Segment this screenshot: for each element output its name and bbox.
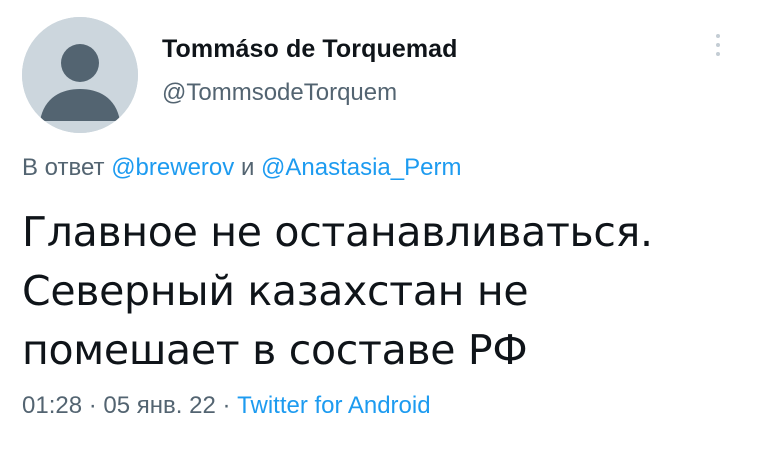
tweet-line: Северный казахстан не xyxy=(22,267,529,315)
tweet-source-link[interactable]: Twitter for Android xyxy=(237,392,430,419)
tweet-time[interactable]: 01:28 xyxy=(22,392,82,419)
meta-separator: · xyxy=(222,392,231,419)
meta-separator: · xyxy=(88,392,97,419)
avatar[interactable] xyxy=(22,17,138,133)
reply-context: В ответ @brewerov и @Anastasia_Perm xyxy=(22,154,461,182)
reply-conjunction: и xyxy=(240,154,255,181)
tweet-line: помешает в составе РФ xyxy=(22,326,528,374)
tweet-meta: 01:28 · 05 янв. 22 · Twitter for Android xyxy=(22,392,431,420)
reply-mention-anastasia[interactable]: @Anastasia_Perm xyxy=(261,154,461,181)
tweet-date[interactable]: 05 янв. 22 xyxy=(103,392,215,419)
reply-mention-brewerov[interactable]: @brewerov xyxy=(111,154,234,181)
author-handle[interactable]: @TommsodeTorquem xyxy=(162,79,397,107)
tweet-line: Главное не останавливаться. xyxy=(22,208,653,256)
default-avatar-icon xyxy=(22,17,138,133)
tweet: Tommáso de Torquemad @TommsodeTorquem В … xyxy=(0,0,760,451)
tweet-text: Главное не останавливаться. Северный каз… xyxy=(22,203,742,380)
reply-prefix: В ответ xyxy=(22,154,105,181)
author-display-name[interactable]: Tommáso de Torquemad xyxy=(162,35,458,64)
more-options-icon[interactable] xyxy=(708,30,728,66)
